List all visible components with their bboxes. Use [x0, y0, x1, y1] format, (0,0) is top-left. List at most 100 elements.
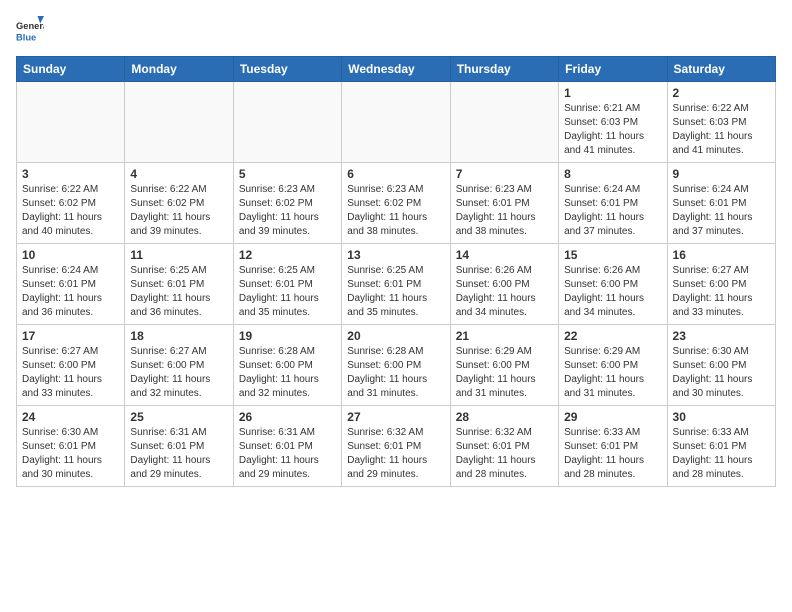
day-info: Sunrise: 6:22 AM Sunset: 6:03 PM Dayligh… [673, 102, 770, 158]
day-info: Sunrise: 6:26 AM Sunset: 6:00 PM Dayligh… [564, 264, 661, 320]
day-info: Sunrise: 6:33 AM Sunset: 6:01 PM Dayligh… [673, 426, 770, 482]
calendar-cell: 28 Sunrise: 6:32 AM Sunset: 6:01 PM Dayli… [450, 406, 558, 487]
calendar-cell: 3 Sunrise: 6:22 AM Sunset: 6:02 PM Daylig… [17, 163, 125, 244]
day-number: 16 [673, 248, 770, 262]
day-info: Sunrise: 6:26 AM Sunset: 6:00 PM Dayligh… [456, 264, 553, 320]
calendar-cell: 11Sunrise: 6:25 AM Sunset: 6:01 PM Dayli… [125, 244, 233, 325]
weekday-saturday: Saturday [667, 57, 775, 82]
calendar-cell [233, 82, 341, 163]
day-info: Sunrise: 6:24 AM Sunset: 6:01 PM Dayligh… [564, 183, 661, 239]
day-number: 29 [564, 410, 661, 424]
day-number: 22 [564, 329, 661, 343]
calendar-cell: 26 Sunrise: 6:31 AM Sunset: 6:01 PM Dayli… [233, 406, 341, 487]
calendar-cell: 10 Sunrise: 6:24 AM Sunset: 6:01 PM Dayli… [17, 244, 125, 325]
weekday-header-row: SundayMondayTuesdayWednesdayThursdayFrid… [17, 57, 776, 82]
day-number: 24 [22, 410, 119, 424]
day-info: Sunrise: 6:25 AM Sunset: 6:01 PM Dayligh… [130, 264, 227, 320]
day-info: Sunrise: 6:24 AM Sunset: 6:01 PM Dayligh… [22, 264, 119, 320]
weekday-sunday: Sunday [17, 57, 125, 82]
day-number: 1 [564, 86, 661, 100]
calendar-cell: 5Sunrise: 6:23 AM Sunset: 6:02 PM Daylig… [233, 163, 341, 244]
day-info: Sunrise: 6:27 AM Sunset: 6:00 PM Dayligh… [673, 264, 770, 320]
day-info: Sunrise: 6:30 AM Sunset: 6:01 PM Dayligh… [22, 426, 119, 482]
calendar-cell: 9Sunrise: 6:24 AM Sunset: 6:01 PM Daylig… [667, 163, 775, 244]
day-number: 3 [22, 167, 119, 181]
day-info: Sunrise: 6:28 AM Sunset: 6:00 PM Dayligh… [347, 345, 444, 401]
day-info: Sunrise: 6:33 AM Sunset: 6:01 PM Dayligh… [564, 426, 661, 482]
day-number: 21 [456, 329, 553, 343]
day-number: 2 [673, 86, 770, 100]
calendar-cell: 22 Sunrise: 6:29 AM Sunset: 6:00 PM Dayli… [559, 325, 667, 406]
weekday-friday: Friday [559, 57, 667, 82]
day-info: Sunrise: 6:31 AM Sunset: 6:01 PM Dayligh… [239, 426, 336, 482]
day-number: 9 [673, 167, 770, 181]
calendar-cell [342, 82, 450, 163]
day-info: Sunrise: 6:22 AM Sunset: 6:02 PM Dayligh… [22, 183, 119, 239]
calendar-cell: 17 Sunrise: 6:27 AM Sunset: 6:00 PM Dayli… [17, 325, 125, 406]
calendar-cell: 24 Sunrise: 6:30 AM Sunset: 6:01 PM Dayli… [17, 406, 125, 487]
calendar-cell: 8 Sunrise: 6:24 AM Sunset: 6:01 PM Daylig… [559, 163, 667, 244]
day-number: 15 [564, 248, 661, 262]
day-number: 4 [130, 167, 227, 181]
day-number: 26 [239, 410, 336, 424]
day-info: Sunrise: 6:23 AM Sunset: 6:02 PM Dayligh… [347, 183, 444, 239]
day-info: Sunrise: 6:25 AM Sunset: 6:01 PM Dayligh… [239, 264, 336, 320]
weekday-tuesday: Tuesday [233, 57, 341, 82]
calendar-cell: 4 Sunrise: 6:22 AM Sunset: 6:02 PM Daylig… [125, 163, 233, 244]
day-info: Sunrise: 6:30 AM Sunset: 6:00 PM Dayligh… [673, 345, 770, 401]
day-info: Sunrise: 6:27 AM Sunset: 6:00 PM Dayligh… [130, 345, 227, 401]
calendar-cell [17, 82, 125, 163]
calendar-cell: 21 Sunrise: 6:29 AM Sunset: 6:00 PM Dayli… [450, 325, 558, 406]
day-number: 8 [564, 167, 661, 181]
calendar-table: SundayMondayTuesdayWednesdayThursdayFrid… [16, 56, 776, 487]
calendar-cell: 1 Sunrise: 6:21 AM Sunset: 6:03 PM Daylig… [559, 82, 667, 163]
day-number: 20 [347, 329, 444, 343]
day-number: 7 [456, 167, 553, 181]
calendar-cell [450, 82, 558, 163]
calendar-cell: 13 Sunrise: 6:25 AM Sunset: 6:01 PM Dayli… [342, 244, 450, 325]
day-number: 27 [347, 410, 444, 424]
week-row-3: 10 Sunrise: 6:24 AM Sunset: 6:01 PM Dayli… [17, 244, 776, 325]
day-info: Sunrise: 6:27 AM Sunset: 6:00 PM Dayligh… [22, 345, 119, 401]
day-info: Sunrise: 6:21 AM Sunset: 6:03 PM Dayligh… [564, 102, 661, 158]
day-info: Sunrise: 6:29 AM Sunset: 6:00 PM Dayligh… [564, 345, 661, 401]
calendar-cell: 7 Sunrise: 6:23 AM Sunset: 6:01 PM Daylig… [450, 163, 558, 244]
calendar-cell: 19 Sunrise: 6:28 AM Sunset: 6:00 PM Dayli… [233, 325, 341, 406]
logo: GeneralBlue [16, 16, 44, 44]
calendar-cell: 29 Sunrise: 6:33 AM Sunset: 6:01 PM Dayli… [559, 406, 667, 487]
day-info: Sunrise: 6:22 AM Sunset: 6:02 PM Dayligh… [130, 183, 227, 239]
day-number: 13 [347, 248, 444, 262]
weekday-monday: Monday [125, 57, 233, 82]
day-info: Sunrise: 6:28 AM Sunset: 6:00 PM Dayligh… [239, 345, 336, 401]
day-number: 19 [239, 329, 336, 343]
day-info: Sunrise: 6:25 AM Sunset: 6:01 PM Dayligh… [347, 264, 444, 320]
page-header: GeneralBlue [16, 16, 776, 44]
week-row-5: 24 Sunrise: 6:30 AM Sunset: 6:01 PM Dayli… [17, 406, 776, 487]
svg-text:Blue: Blue [16, 32, 36, 42]
calendar-cell: 6 Sunrise: 6:23 AM Sunset: 6:02 PM Daylig… [342, 163, 450, 244]
calendar-cell: 18 Sunrise: 6:27 AM Sunset: 6:00 PM Dayli… [125, 325, 233, 406]
day-info: Sunrise: 6:31 AM Sunset: 6:01 PM Dayligh… [130, 426, 227, 482]
day-number: 6 [347, 167, 444, 181]
calendar-cell: 30 Sunrise: 6:33 AM Sunset: 6:01 PM Dayli… [667, 406, 775, 487]
day-number: 25 [130, 410, 227, 424]
day-number: 12 [239, 248, 336, 262]
calendar-cell: 2 Sunrise: 6:22 AM Sunset: 6:03 PM Daylig… [667, 82, 775, 163]
calendar-cell: 25 Sunrise: 6:31 AM Sunset: 6:01 PM Dayli… [125, 406, 233, 487]
day-info: Sunrise: 6:32 AM Sunset: 6:01 PM Dayligh… [456, 426, 553, 482]
svg-text:General: General [16, 21, 44, 31]
weekday-thursday: Thursday [450, 57, 558, 82]
day-number: 5 [239, 167, 336, 181]
day-number: 17 [22, 329, 119, 343]
day-info: Sunrise: 6:32 AM Sunset: 6:01 PM Dayligh… [347, 426, 444, 482]
day-info: Sunrise: 6:29 AM Sunset: 6:00 PM Dayligh… [456, 345, 553, 401]
day-info: Sunrise: 6:23 AM Sunset: 6:01 PM Dayligh… [456, 183, 553, 239]
logo-icon: GeneralBlue [16, 16, 44, 44]
day-number: 18 [130, 329, 227, 343]
calendar-cell: 20 Sunrise: 6:28 AM Sunset: 6:00 PM Dayli… [342, 325, 450, 406]
day-number: 10 [22, 248, 119, 262]
day-number: 28 [456, 410, 553, 424]
day-number: 30 [673, 410, 770, 424]
calendar-cell: 23Sunrise: 6:30 AM Sunset: 6:00 PM Dayli… [667, 325, 775, 406]
calendar-cell: 27 Sunrise: 6:32 AM Sunset: 6:01 PM Dayli… [342, 406, 450, 487]
